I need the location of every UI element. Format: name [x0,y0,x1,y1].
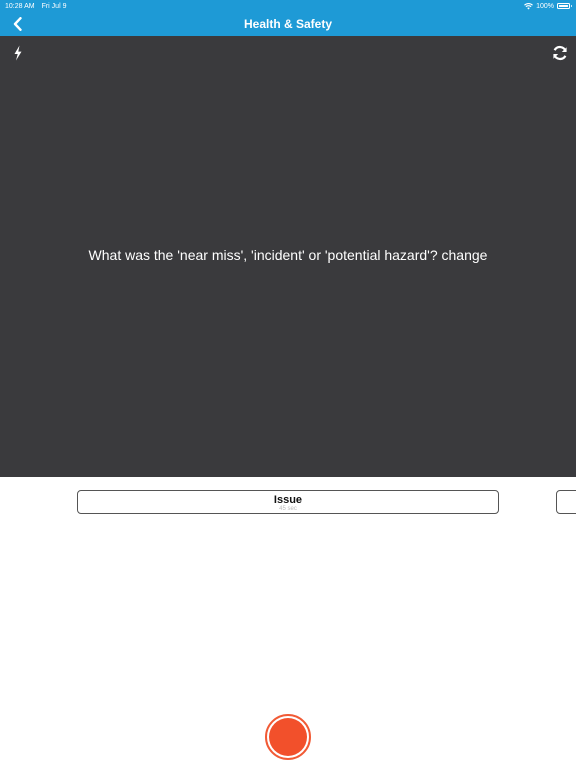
camera-rotate-icon [553,45,567,61]
camera-rotate-button[interactable] [551,44,569,62]
back-button[interactable] [6,14,28,34]
record-button[interactable] [265,714,311,760]
page-title: Health & Safety [243,17,333,31]
chevron-left-icon [13,17,22,31]
segment-title: Issue [273,494,303,506]
status-right: 100% [524,2,572,10]
nav-bar: Health & Safety [0,12,576,36]
segment-card-issue[interactable]: Issue 45 sec [77,490,499,514]
record-icon [269,718,307,756]
status-bar: 10:28 AM Fri Jul 9 100% [0,0,576,12]
battery-fill [559,5,568,7]
wifi-icon [524,2,533,9]
status-left: 10:28 AM Fri Jul 9 [5,3,66,10]
camera-preview: What was the 'near miss', 'incident' or … [0,36,576,477]
battery-icon [557,3,572,9]
flash-icon [14,45,22,61]
next-segment-card[interactable] [556,490,576,514]
flash-button[interactable] [9,44,27,62]
prompt-text: What was the 'near miss', 'incident' or … [88,247,488,263]
status-date: Fri Jul 9 [41,2,67,10]
status-time: 10:28 AM [5,2,35,10]
battery-percent: 100% [536,2,554,10]
segment-duration: 45 sec [279,506,297,512]
